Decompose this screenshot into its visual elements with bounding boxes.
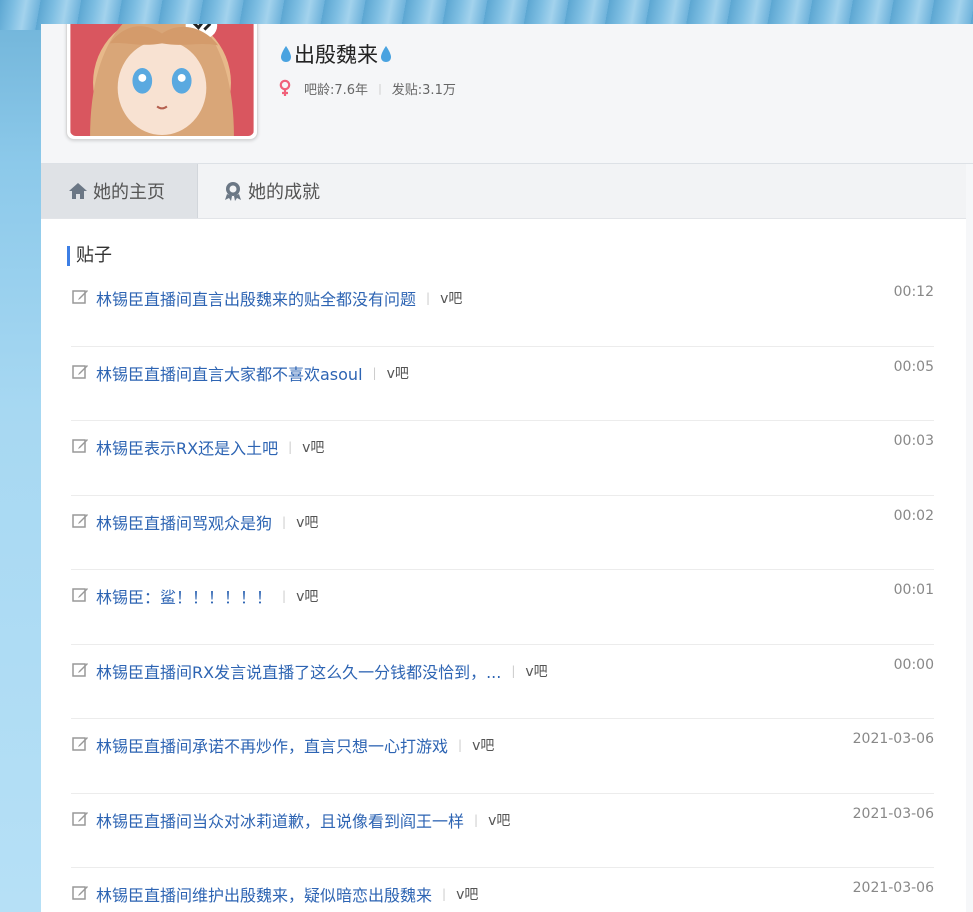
forum-link[interactable]: v吧 xyxy=(302,437,324,457)
edit-icon xyxy=(72,886,88,900)
post-title-link[interactable]: 林锡臣直播间维护出殷魏来，疑似暗恋出殷魏来 xyxy=(96,882,432,906)
profile-header: 出殷魏来 吧龄:7.6年 | 发贴:3.1万 xyxy=(41,24,973,164)
title-divider: | xyxy=(442,887,447,901)
post-time: 00:02 xyxy=(893,507,934,524)
tab-home[interactable]: 她的主页 xyxy=(41,164,198,218)
profile-meta: 吧龄:7.6年 | 发贴:3.1万 xyxy=(278,78,456,98)
forum-link[interactable]: v吧 xyxy=(472,735,494,755)
section-title: 贴子 xyxy=(67,246,112,266)
username: 出殷魏来 xyxy=(280,38,392,70)
post-title-link[interactable]: 林锡臣直播间直言出殷魏来的贴全都没有问题 xyxy=(96,286,416,310)
title-divider: | xyxy=(372,365,377,380)
meta-divider: | xyxy=(378,81,382,95)
profile-card: 出殷魏来 吧龄:7.6年 | 发贴:3.1万 她的主页 她的成就 贴子 林锡臣直… xyxy=(41,24,973,912)
tab-achievements[interactable]: 她的成就 xyxy=(198,164,358,218)
post-time: 00:12 xyxy=(893,284,934,300)
post-row: 林锡臣直播间当众对冰莉道歉，且说像看到阎王一样 | v吧 2021-03-06 xyxy=(71,794,934,868)
title-divider: | xyxy=(511,663,516,678)
avatar-image xyxy=(70,24,254,136)
post-time: 2021-03-06 xyxy=(852,805,934,822)
forum-link[interactable]: v吧 xyxy=(525,661,547,681)
forum-link[interactable]: v吧 xyxy=(440,288,462,308)
forum-link[interactable]: v吧 xyxy=(387,363,409,383)
tab-achievements-label: 她的成就 xyxy=(248,182,320,203)
post-row: 林锡臣表示RX还是入土吧 | v吧 00:03 xyxy=(71,421,934,496)
water-drop-icon xyxy=(381,46,391,62)
account-age: 吧龄:7.6年 xyxy=(304,82,369,98)
edit-icon xyxy=(72,811,88,826)
post-count: 发贴:3.1万 xyxy=(391,82,456,98)
post-title-link[interactable]: 林锡臣直播间直言大家都不喜欢asoul xyxy=(96,361,363,385)
post-time: 00:03 xyxy=(893,433,934,449)
post-row: 林锡臣直播间RX发言说直播了这么久一分钱都没恰到，... | v吧 00:00 xyxy=(71,645,934,719)
edit-icon xyxy=(72,439,88,453)
badge-icon xyxy=(225,182,241,201)
edit-icon xyxy=(72,662,88,677)
forum-link[interactable]: v吧 xyxy=(456,884,478,904)
profile-tabs: 她的主页 她的成就 xyxy=(41,164,967,219)
post-title-link[interactable]: 林锡臣直播间骂观众是狗 xyxy=(96,510,272,534)
post-title-link[interactable]: 林锡臣表示RX还是入土吧 xyxy=(96,435,278,459)
content-edge xyxy=(966,164,973,912)
title-divider: | xyxy=(288,440,293,454)
edit-icon xyxy=(72,588,88,602)
username-text: 出殷魏来 xyxy=(294,43,378,67)
post-row: 林锡臣直播间直言出殷魏来的贴全都没有问题 | v吧 00:12 xyxy=(71,272,934,347)
title-divider: | xyxy=(474,812,479,827)
water-drop-icon xyxy=(281,46,291,62)
edit-icon xyxy=(72,290,88,304)
post-title-link[interactable]: 林锡臣直播间当众对冰莉道歉，且说像看到阎王一样 xyxy=(96,808,464,832)
post-row: 林锡臣直播间承诺不再炒作，直言只想一心打游戏 | v吧 2021-03-06 xyxy=(71,719,934,794)
post-time: 2021-03-06 xyxy=(852,731,934,747)
post-row: 林锡臣直播间维护出殷魏来，疑似暗恋出殷魏来 | v吧 2021-03-06 xyxy=(71,868,934,912)
post-row: 林锡臣直播间骂观众是狗 | v吧 00:02 xyxy=(71,496,934,570)
post-time: 00:01 xyxy=(893,582,934,598)
post-title-link[interactable]: 林锡臣：鲨！！！！！！ xyxy=(96,584,272,608)
post-time: 00:00 xyxy=(893,656,934,673)
home-icon xyxy=(69,183,87,199)
edit-icon xyxy=(72,364,88,379)
post-title-link[interactable]: 林锡臣直播间RX发言说直播了这么久一分钱都没恰到，... xyxy=(96,659,501,683)
post-row: 林锡臣直播间直言大家都不喜欢asoul | v吧 00:05 xyxy=(71,347,934,421)
title-divider: | xyxy=(426,291,431,305)
title-divider: | xyxy=(458,738,463,752)
title-divider: | xyxy=(282,514,287,529)
edit-icon xyxy=(72,513,88,528)
tab-home-label: 她的主页 xyxy=(93,182,165,203)
avatar[interactable] xyxy=(66,24,258,140)
edit-icon xyxy=(72,737,88,751)
post-list: 林锡臣直播间直言出殷魏来的贴全都没有问题 | v吧 00:12 林锡臣直播间直言… xyxy=(71,272,934,912)
post-row: 林锡臣：鲨！！！！！！ | v吧 00:01 xyxy=(71,570,934,645)
post-time: 00:05 xyxy=(893,358,934,375)
forum-link[interactable]: v吧 xyxy=(488,810,510,830)
post-title-link[interactable]: 林锡臣直播间承诺不再炒作，直言只想一心打游戏 xyxy=(96,733,448,757)
post-time: 2021-03-06 xyxy=(852,880,934,896)
forum-link[interactable]: v吧 xyxy=(296,586,318,606)
female-icon xyxy=(279,79,291,96)
forum-link[interactable]: v吧 xyxy=(296,512,318,532)
title-divider: | xyxy=(282,589,287,603)
